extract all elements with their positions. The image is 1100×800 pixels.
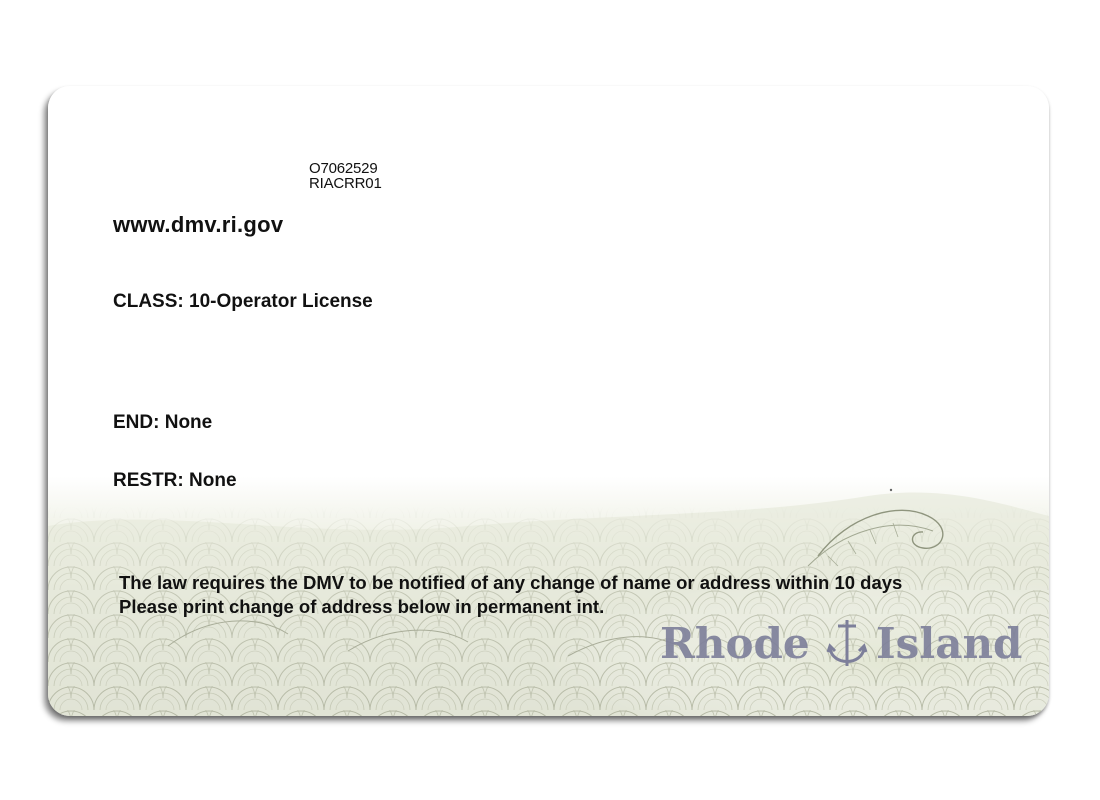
brand-word-island: Island — [876, 619, 1022, 668]
restrictions: RESTR: None — [113, 470, 237, 492]
legal-notice-line-1: The law requires the DMV to be notified … — [119, 572, 903, 593]
anchor-icon — [826, 620, 868, 666]
endorsements-value: None — [164, 412, 213, 433]
class-value: 10-Operator License — [189, 291, 373, 312]
document-number: O7062529 — [309, 160, 378, 177]
audit-code: RIACRR01 — [309, 175, 382, 192]
endorsements: END: None — [113, 412, 212, 434]
brand-word-rhode: Rhode — [660, 619, 810, 668]
state-brand-mark: Rhode Island — [660, 619, 1022, 668]
endorsements-label: END: — [113, 412, 160, 433]
license-class: CLASS: 10-Operator License — [113, 291, 373, 313]
restrictions-value: None — [189, 470, 237, 491]
class-label: CLASS: — [113, 291, 184, 312]
legal-notice-line-2: Please print change of address below in … — [119, 596, 605, 617]
website-url: www.dmv.ri.gov — [113, 212, 284, 237]
license-card-back: O7062529 RIACRR01 www.dmv.ri.gov CLASS: … — [48, 86, 1049, 716]
restrictions-label: RESTR: — [113, 470, 184, 491]
